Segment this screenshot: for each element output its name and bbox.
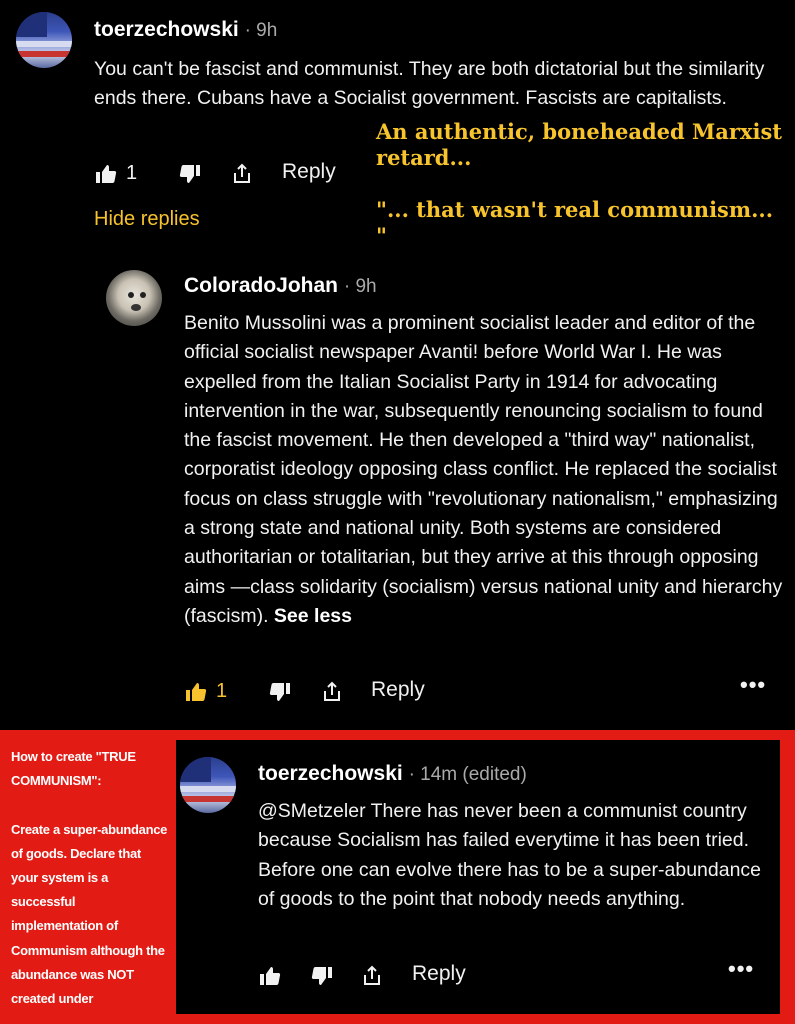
comment-timestamp: · 9h [343,276,377,297]
comment-text: Benito Mussolini was a prominent sociali… [184,312,783,627]
reply-button[interactable]: Reply [282,160,336,184]
like-count: 1 [216,680,228,702]
share-icon[interactable] [320,680,344,704]
comment-timestamp: · 9h [244,20,278,41]
avatar[interactable] [16,12,72,68]
comment-username[interactable]: toerzechowski · 9h [94,18,277,42]
reply-button[interactable]: Reply [371,678,425,702]
comment-username[interactable]: ColoradoJohan · 9h [184,274,377,298]
thumbs-up-icon[interactable] [184,680,208,704]
thumbs-down-icon[interactable] [268,680,292,704]
comment-actions: 1 Reply [94,160,364,194]
thumbs-up-icon[interactable] [258,964,282,988]
see-less-link[interactable]: See less [274,605,352,627]
more-options-icon[interactable]: ••• [740,672,766,698]
avatar[interactable] [106,270,162,326]
comment-text: @SMetzeler There has never been a commun… [258,800,762,910]
comment-text: You can't be fascist and communist. They… [94,58,765,110]
annotation-line-1: An authentic, boneheaded Marxist retard.… [376,119,782,170]
comment-username[interactable]: toerzechowski · 14m (edited) [258,762,527,786]
annotation-line-2: "... that wasn't real communism... " [376,197,774,248]
hide-replies-button[interactable]: Hide replies [94,208,200,231]
side-note: How to create "TRUE COMMUNISM": Create a… [11,749,168,1007]
annotation-overlay: An authentic, boneheaded Marxist retard.… [376,119,786,275]
like-count: 1 [126,162,138,184]
reply-button[interactable]: Reply [412,962,466,986]
comment-actions: 1 Reply ••• [184,672,774,712]
share-icon[interactable] [360,964,384,988]
more-options-icon[interactable]: ••• [728,956,754,982]
share-icon[interactable] [230,162,254,186]
avatar[interactable] [180,757,236,813]
comment-actions: Reply ••• [258,956,770,996]
comment-timestamp: · 14m (edited) [408,764,527,785]
thumbs-up-icon[interactable] [94,162,118,186]
thumbs-down-icon[interactable] [310,964,334,988]
thumbs-down-icon[interactable] [178,162,202,186]
